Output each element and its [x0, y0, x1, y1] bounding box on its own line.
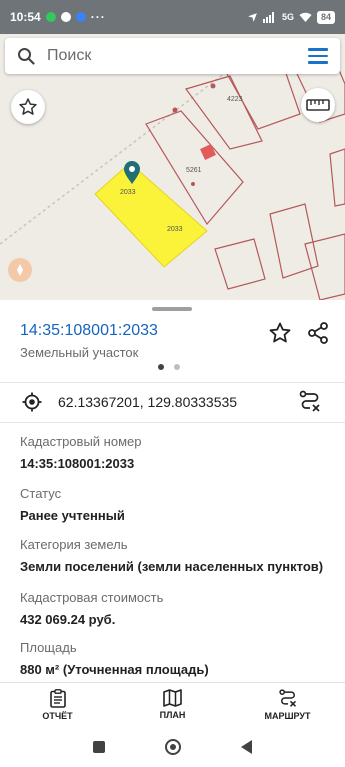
location-icon	[248, 12, 257, 22]
share-button[interactable]	[305, 320, 331, 346]
map-label-4223: 4223	[227, 96, 243, 103]
status-bar: 10:54 ··· 5G 84	[0, 0, 345, 34]
compass-button[interactable]	[8, 258, 32, 282]
field-label-cadastral-cost: Кадастровая стоимость	[20, 590, 164, 605]
route-icon	[278, 689, 296, 707]
page-indicator	[158, 364, 180, 370]
share-icon	[308, 322, 328, 344]
page-dot-active	[158, 364, 164, 370]
field-value-cadastral-number: 14:35:108001:2033	[20, 456, 135, 471]
bottom-navigation: ОТЧЁТ ПЛАН МАРШРУТ	[0, 682, 345, 726]
search-icon[interactable]	[17, 47, 35, 65]
page-dot	[174, 364, 180, 370]
back-button[interactable]	[241, 739, 252, 754]
compass-icon	[17, 264, 23, 276]
sheet-drag-handle[interactable]	[152, 307, 192, 311]
system-navigation-bar	[0, 726, 345, 767]
search-bar[interactable]: Поиск	[5, 38, 340, 74]
more-notifications-icon: ···	[90, 10, 106, 24]
measure-button[interactable]	[301, 88, 335, 122]
recent-apps-button[interactable]	[93, 740, 105, 753]
field-label-status: Статус	[20, 486, 62, 501]
nav-route[interactable]: МАРШРУТ	[230, 683, 345, 726]
coordinates-row: 62.13367201, 129.80333535	[0, 384, 345, 420]
route-icon[interactable]	[298, 389, 322, 413]
field-label-area: Площадь	[20, 640, 77, 655]
coordinates-value: 62.13367201, 129.80333535	[58, 394, 238, 410]
field-value-land-category: Земли поселений (земли населенных пункто…	[20, 559, 324, 574]
signal-icon	[262, 11, 274, 23]
network-type: 5G	[281, 12, 294, 22]
field-value-area: 880 м² (Уточненная площадь)	[20, 662, 209, 677]
battery-indicator: 84	[316, 10, 335, 24]
report-icon	[49, 688, 66, 708]
app-notification-icon	[75, 12, 86, 22]
favorites-button[interactable]	[11, 90, 45, 124]
field-label-land-category: Категория земель	[20, 537, 128, 552]
divider	[0, 382, 345, 383]
add-favorite-button[interactable]	[267, 320, 293, 346]
nav-route-label: МАРШРУТ	[264, 711, 311, 721]
nav-report[interactable]: ОТЧЁТ	[0, 683, 115, 726]
nav-plan-label: ПЛАН	[159, 710, 186, 720]
field-value-cadastral-cost: 432 069.24 руб.	[20, 612, 116, 627]
search-input[interactable]: Поиск	[47, 47, 91, 65]
parcel-type: Земельный участок	[20, 345, 139, 360]
field-label-cadastral-number: Кадастровый номер	[20, 434, 142, 449]
whatsapp-icon	[45, 12, 56, 22]
ruler-icon	[306, 99, 330, 111]
home-button[interactable]	[165, 738, 181, 755]
hamburger-menu-icon[interactable]	[308, 48, 328, 64]
status-time: 10:54	[10, 10, 41, 24]
star-outline-icon	[269, 322, 291, 343]
divider	[0, 422, 345, 423]
gps-target-icon[interactable]	[22, 392, 42, 412]
map-label-2033-b: 2033	[167, 226, 183, 233]
telegram-icon	[60, 12, 71, 22]
parcel-number: 14:35:108001:2033	[20, 322, 158, 339]
nav-report-label: ОТЧЁТ	[42, 710, 73, 721]
star-outline-icon	[19, 98, 37, 115]
map-label-5261: 5261	[186, 167, 202, 174]
wifi-icon	[299, 12, 312, 22]
nav-plan[interactable]: ПЛАН	[115, 683, 230, 726]
map-plan-icon	[163, 689, 182, 707]
field-value-status: Ранее учтенный	[20, 508, 125, 523]
map-label-2033-a: 2033	[120, 189, 136, 196]
